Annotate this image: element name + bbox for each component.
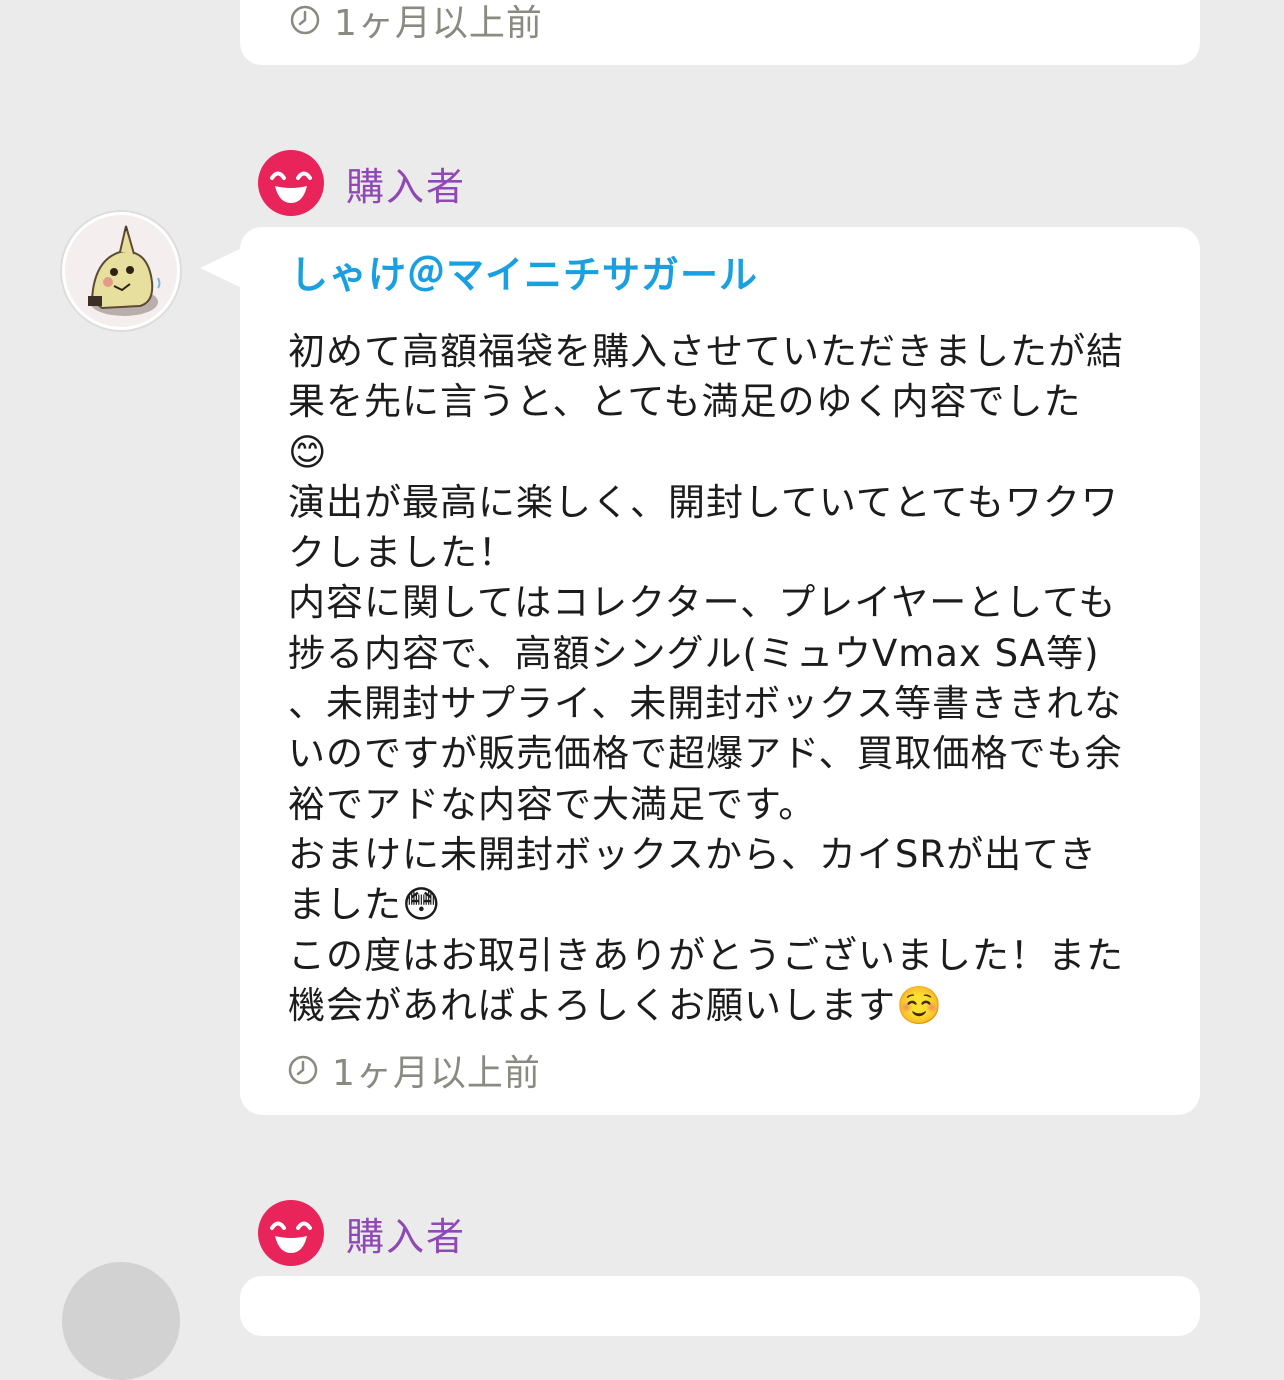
smiling-face-icon <box>258 150 324 216</box>
review-body: 初めて高額福袋を購入させていただきましたが結 果を先に言うと、とても満足のゆく内… <box>288 330 1124 1027</box>
clock-icon <box>290 5 320 35</box>
review-timestamp: 1ヶ月以上前 <box>288 1044 541 1096</box>
user-avatar[interactable] <box>62 212 180 330</box>
next-review-card <box>240 1276 1200 1336</box>
rating-row: 購入者 <box>258 150 466 216</box>
clock-icon <box>288 1055 318 1085</box>
smiling-face-icon <box>258 1200 324 1266</box>
timestamp-text: 1ヶ月以上前 <box>334 3 543 44</box>
rating-row: 購入者 <box>258 1200 466 1266</box>
timestamp-text: 1ヶ月以上前 <box>332 1053 541 1094</box>
user-avatar[interactable] <box>62 1262 180 1380</box>
previous-review-timestamp: 1ヶ月以上前 <box>290 0 543 46</box>
speech-bubble-tail <box>200 248 242 288</box>
review-card: しゃけ＠マイニチサガール 初めて高額福袋を購入させていただきましたが結 果を先に… <box>240 227 1200 1115</box>
avatar-image <box>65 215 177 327</box>
reviewer-name[interactable]: しゃけ＠マイニチサガール <box>290 253 1152 297</box>
rating-label: 購入者 <box>346 164 467 209</box>
rating-label: 購入者 <box>346 1214 467 1259</box>
